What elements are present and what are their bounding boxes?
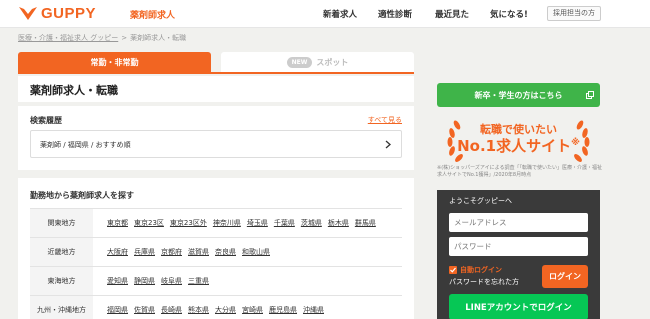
nav-recently-viewed[interactable]: 最近見た [435,8,469,20]
auto-login-label[interactable]: 自動ログイン [460,265,502,275]
tab-fulltime-parttime[interactable]: 常勤・非常勤 [18,52,211,72]
site-header: GUPPY 薬剤師求人 新着求人 適性診断 最近見た 気になる! 採用担当の方 [0,0,650,28]
area-table: 関東地方 東京都 東京23区 東京23区外 神奈川県 埼玉県 千葉県 茨城県 栃木県 群馬県 近畿地… [30,208,402,319]
area-region-name: 東海地方 [30,267,93,295]
prefecture-link[interactable]: 静岡県 [134,276,155,286]
tab-label: 常勤・非常勤 [90,57,139,67]
login-panel: ようこそグッピーへ 自動ログイン パスワードを忘れた方 ログイン LINEアカウ… [437,190,600,319]
area-row: 関東地方 東京都 東京23区 東京23区外 神奈川県 埼玉県 千葉県 茨城県 栃木県 群馬県 [30,209,402,238]
award-mark: ※ [571,138,580,148]
new-grad-label: 新卒・学生の方はこちら [474,90,563,100]
area-search-card: 勤務地から薬剤師求人を探す 関東地方 東京都 東京23区 東京23区外 神奈川県 埼玉県千… [18,178,414,319]
breadcrumb-home[interactable]: 医療・介護・福祉求人 グッピー [18,34,118,42]
guppy-logo-icon [19,7,37,20]
chevron-right-icon [385,140,391,149]
check-icon [450,267,456,273]
area-prefecture-list: 東京都 東京23区 東京23区外 神奈川県 埼玉県 千葉県 茨城県 栃木県 群馬県 [93,209,402,237]
breadcrumb-separator: > [121,34,128,42]
auto-login-checkbox[interactable] [449,266,457,274]
area-region-name: 九州・沖縄地方 [30,296,93,319]
site-label[interactable]: 薬剤師求人 [130,8,175,21]
new-badge: NEW [286,56,313,68]
nav-favorites[interactable]: 気になる! [490,8,528,20]
prefecture-link[interactable]: 東京23区外 [170,218,207,228]
prefecture-link[interactable]: 三重県 [188,276,209,286]
prefecture-link[interactable]: 大阪府 [107,247,128,257]
prefecture-link[interactable]: 東京都 [107,218,128,228]
welcome-text: ようこそグッピーへ [449,197,512,205]
area-region-name: 近畿地方 [30,238,93,266]
prefecture-link[interactable]: 栃木県 [328,218,349,228]
forgot-password-link[interactable]: パスワードを忘れた方 [449,277,519,287]
logo[interactable]: GUPPY [18,5,96,22]
login-button[interactable]: ログイン [542,265,588,288]
tab-label: スポット [316,57,349,67]
search-history-text: 薬剤師 / 福岡県 / おすすめ順 [40,141,131,149]
search-history-heading: 検索履歴 [30,116,62,125]
area-prefecture-list: 福岡県 佐賀県 長崎県 熊本県 大分県 宮崎県 鹿児島県 沖縄県 [93,296,402,319]
prefecture-link[interactable]: 沖縄県 [303,305,324,315]
prefecture-link[interactable]: 兵庫県 [134,247,155,257]
logo-text: GUPPY [41,5,97,22]
breadcrumb-current: 薬剤師求人・転職 [130,34,187,42]
prefecture-link[interactable]: 岐阜県 [161,276,182,286]
see-all-link[interactable]: すべて見る [368,115,402,125]
award-note: ※(株)ショッパーズアイによる調査「「転職で使いたい」医療・介護・福祉求人サイト… [437,165,602,178]
area-row: 東海地方 愛知県 静岡県 岐阜県 三重県 [30,267,402,296]
title-card: 薬剤師求人・転職 [18,76,414,102]
nav-aptitude-test[interactable]: 適性診断 [378,8,412,20]
page-title: 薬剤師求人・転職 [30,84,118,97]
nav-new-jobs[interactable]: 新着求人 [323,8,357,20]
employer-button[interactable]: 採用担当の方 [547,6,601,21]
prefecture-link[interactable]: 愛知県 [107,276,128,286]
area-search-heading: 勤務地から薬剤師求人を探す [30,191,134,200]
login-button-label: ログイン [549,272,581,281]
search-history-card: 検索履歴 すべて見る 薬剤師 / 福岡県 / おすすめ順 [18,106,414,170]
prefecture-link[interactable]: 宮崎県 [242,305,263,315]
prefecture-link[interactable]: 神奈川県 [213,218,241,228]
award-text: No.1求人サイト [457,137,572,155]
password-field[interactable] [449,237,588,256]
line-login-label: LINEアカウントでログイン [465,303,572,313]
search-history-item[interactable]: 薬剤師 / 福岡県 / おすすめ順 [30,130,402,158]
area-row: 近畿地方 大阪府 兵庫県 京都府 滋賀県 奈良県 和歌山県 [30,238,402,267]
area-prefecture-list: 愛知県 静岡県 岐阜県 三重県 [93,267,402,295]
prefecture-link[interactable]: 熊本県 [188,305,209,315]
line-login-button[interactable]: LINEアカウントでログイン [449,294,588,319]
breadcrumb: 医療・介護・福祉求人 グッピー > 薬剤師求人・転職 [18,33,186,43]
award-line2: No.1求人サイト※ [437,135,600,156]
prefecture-link[interactable]: 長崎県 [161,305,182,315]
tab-underline [18,72,414,74]
area-prefecture-list: 大阪府 兵庫県 京都府 滋賀県 奈良県 和歌山県 [93,238,402,266]
new-grad-button[interactable]: 新卒・学生の方はこちら [437,83,600,107]
prefecture-link[interactable]: 茨城県 [301,218,322,228]
area-row: 九州・沖縄地方 福岡県 佐賀県 長崎県 熊本県 大分県 宮崎県 鹿児島県 沖縄県 [30,296,402,319]
prefecture-link[interactable]: 鹿児島県 [269,305,297,315]
prefecture-link[interactable]: 奈良県 [215,247,236,257]
prefecture-link[interactable]: 千葉県 [274,218,295,228]
prefecture-link[interactable]: 福岡県 [107,305,128,315]
area-region-name: 関東地方 [30,209,93,237]
prefecture-link[interactable]: 群馬県 [355,218,376,228]
prefecture-link[interactable]: 京都府 [161,247,182,257]
prefecture-link[interactable]: 埼玉県 [247,218,268,228]
email-field[interactable] [449,213,588,232]
prefecture-link[interactable]: 大分県 [215,305,236,315]
tab-spot[interactable]: NEW スポット [221,52,414,72]
external-link-icon [586,91,594,99]
prefecture-link[interactable]: 滋賀県 [188,247,209,257]
prefecture-link[interactable]: 東京23区 [134,218,164,228]
prefecture-link[interactable]: 和歌山県 [242,247,270,257]
prefecture-link[interactable]: 佐賀県 [134,305,155,315]
